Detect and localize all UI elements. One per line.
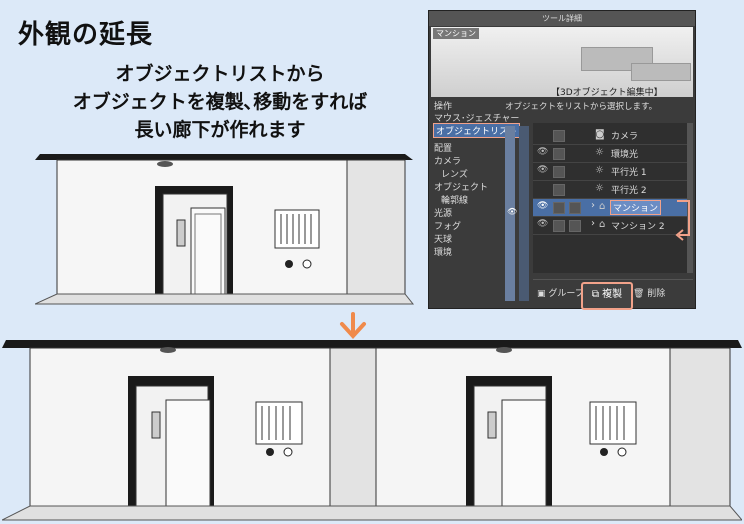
duplicate-label: 複製 xyxy=(602,289,623,300)
object-list: ◙ カメラ 👁 ☼ 環境光 👁 ☼ 平行光 1 ☼ 平行光 2 👁 › ⌂ マン… xyxy=(533,123,693,273)
checkbox[interactable] xyxy=(553,130,565,142)
drag-arrow-icon xyxy=(675,200,690,241)
checkbox[interactable] xyxy=(553,220,565,232)
list-item[interactable]: 👁 ☼ 平行光 1 xyxy=(533,163,693,181)
menu-item-mouse-gesture[interactable]: マウス･ジェスチャー xyxy=(434,111,519,124)
checkbox[interactable] xyxy=(553,184,565,196)
hint-text: オブジェクトをリストから選択します。 xyxy=(505,102,658,112)
chevron-right-icon[interactable]: › xyxy=(591,218,595,229)
checkbox[interactable] xyxy=(569,220,581,232)
menu-item-placement[interactable]: 配置 xyxy=(434,141,452,154)
preview-model xyxy=(631,63,691,81)
building-icon: ⌂ xyxy=(599,201,606,212)
category-menu: 操作 マウス･ジェスチャー オブジェクトリスト 配置 カメラ レンズ オブジェク… xyxy=(431,99,521,306)
menu-item-outline[interactable]: 輪郭線 xyxy=(441,193,468,206)
panel-divider[interactable] xyxy=(519,126,529,301)
eye-icon[interactable]: 👁 xyxy=(507,207,517,216)
object-label: 平行光 2 xyxy=(611,186,647,196)
checkbox[interactable] xyxy=(553,166,565,178)
eye-icon[interactable]: 👁 xyxy=(537,201,548,211)
tool-detail-panel: ツール詳細 マンション 【3Dオブジェクト編集中】 操作 マウス･ジェスチャー … xyxy=(428,10,696,310)
menu-item-light-source[interactable]: 光源 xyxy=(434,206,452,219)
delete-button[interactable]: 🗑 削除 xyxy=(633,286,665,299)
menu-item-object[interactable]: オブジェクト xyxy=(434,180,488,193)
eye-icon[interactable]: 👁 xyxy=(537,165,548,175)
object-label: 環境光 xyxy=(611,150,639,160)
caption-line: オブジェクトを複製､移動をすれば xyxy=(72,91,368,113)
list-item[interactable]: 👁 › ⌂ マンション 2 xyxy=(533,217,693,235)
light-icon: ☼ xyxy=(595,147,604,158)
building-before xyxy=(35,154,415,305)
eye-icon[interactable]: 👁 xyxy=(537,219,548,229)
list-item[interactable]: ☼ 平行光 2 xyxy=(533,181,693,199)
light-icon: ☼ xyxy=(595,183,604,194)
duplicate-button[interactable]: ⧉ 複製 xyxy=(581,282,633,310)
eye-icon[interactable]: 👁 xyxy=(537,147,548,157)
page-title: 外観の延長 xyxy=(18,20,154,50)
menu-item-sky[interactable]: 天球 xyxy=(434,232,452,245)
caption-line: オブジェクトリストから xyxy=(115,63,325,85)
menu-item-camera[interactable]: カメラ xyxy=(434,154,461,167)
light-icon: ☼ xyxy=(595,165,604,176)
caption: オブジェクトリストから オブジェクトを複製､移動をすれば 長い廊下が作れます xyxy=(20,60,420,144)
list-item[interactable]: ◙ カメラ xyxy=(533,127,693,145)
list-item-selected[interactable]: 👁 › ⌂ マンション xyxy=(533,199,693,217)
menu-item-fog[interactable]: フォグ xyxy=(434,219,461,232)
object-label: カメラ xyxy=(611,132,639,142)
group-button[interactable]: ▣ グループ xyxy=(537,286,584,299)
checkbox[interactable] xyxy=(569,202,581,214)
checkbox[interactable] xyxy=(553,202,565,214)
chevron-right-icon[interactable]: › xyxy=(591,200,595,211)
object-label: マンション xyxy=(609,200,662,215)
menu-item-environment[interactable]: 環境 xyxy=(434,245,452,258)
building-icon: ⌂ xyxy=(599,219,606,230)
list-item[interactable]: 👁 ☼ 環境光 xyxy=(533,145,693,163)
caption-line: 長い廊下が作れます xyxy=(134,119,306,141)
object-label: マンション 2 xyxy=(611,222,665,232)
panel-titlebar[interactable]: ツール詳細 xyxy=(429,11,695,26)
checkbox[interactable] xyxy=(553,148,565,160)
arrow-down-icon xyxy=(340,312,366,339)
group-label: グループ xyxy=(548,289,584,299)
camera-icon: ◙ xyxy=(595,129,605,140)
delete-label: 削除 xyxy=(647,289,666,299)
object-label: 平行光 1 xyxy=(611,168,647,178)
preview-object-name: マンション xyxy=(433,28,479,39)
building-after xyxy=(2,340,742,521)
menu-item-lens[interactable]: レンズ xyxy=(441,167,468,180)
preview-status: 【3Dオブジェクト編集中】 xyxy=(551,88,663,98)
preview-area: マンション 【3Dオブジェクト編集中】 xyxy=(431,27,693,98)
